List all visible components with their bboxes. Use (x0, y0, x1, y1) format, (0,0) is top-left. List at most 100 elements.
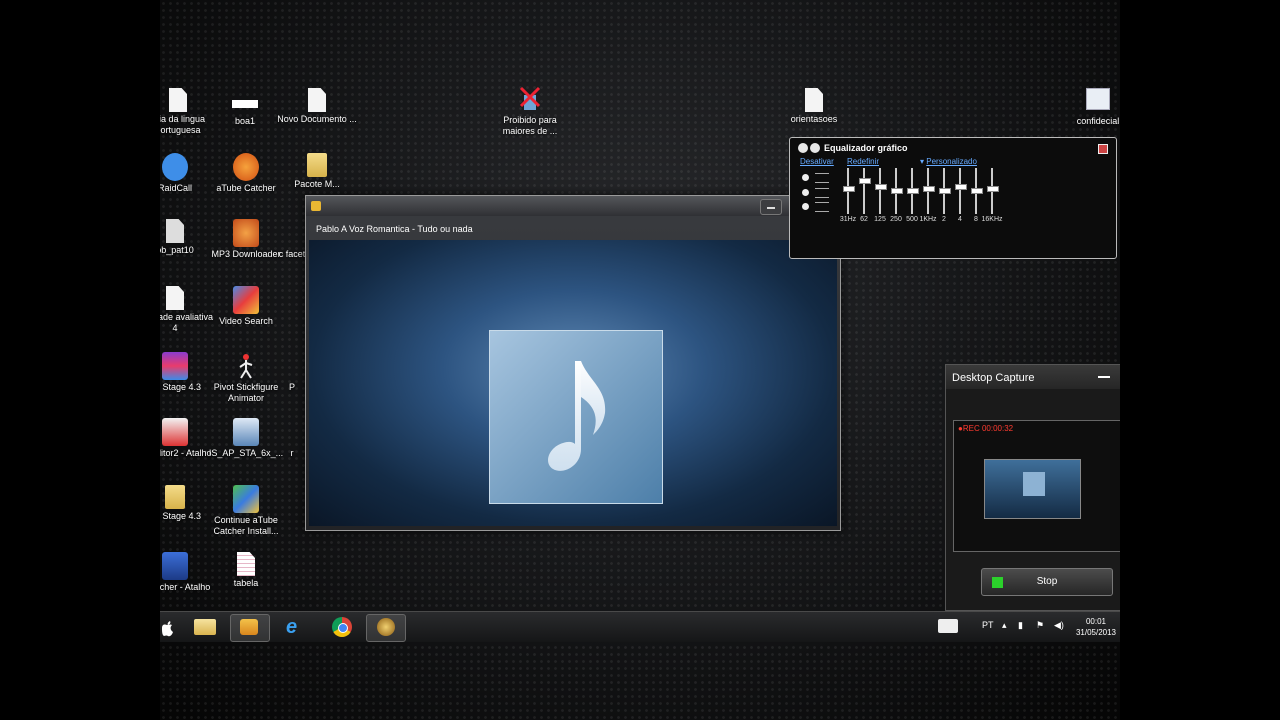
desktop-icon-tabela[interactable]: tabela (206, 552, 286, 589)
disable-link[interactable]: Desativar (800, 157, 834, 166)
desktop-icon-pacote[interactable]: Pacote M... (277, 153, 357, 190)
slider-knob[interactable] (875, 184, 887, 190)
eq-band-slider[interactable]: 500 (906, 168, 919, 223)
preset-icon (815, 188, 829, 198)
preset-dropdown[interactable]: ▾ Personalizado (920, 157, 977, 166)
desktop-icon-label: Novo Documento ... (277, 114, 357, 124)
preset-label: Personalizado (926, 157, 977, 166)
preset-radio-3[interactable] (802, 203, 809, 210)
desktop-icon-label: r (290, 448, 294, 458)
reset-link[interactable]: Redefinir (847, 157, 879, 166)
folder-icon (307, 153, 327, 177)
desktop-icon-proibido[interactable]: Proibido para maiores de ... (490, 85, 570, 137)
forward-arrow-icon[interactable] (810, 143, 820, 153)
desktop-icon-label: Continue aTube Catcher Install... (213, 515, 279, 536)
capture-preview: ●REC 00:00:32 (953, 420, 1120, 552)
close-button[interactable] (1098, 144, 1108, 154)
network-icon[interactable]: ▮ (1018, 620, 1023, 631)
start-button[interactable] (160, 614, 180, 640)
desktop-icon-label: RaidCall (160, 183, 192, 193)
equalizer-title: Equalizador gráfico (824, 143, 908, 153)
installer-icon (233, 418, 259, 446)
eq-band-slider[interactable]: 8 (971, 168, 983, 223)
clock-time: 00:01 (1085, 617, 1107, 626)
song-title: Pablo A Voz Romantica - Tudo ou nada (316, 224, 473, 234)
winamp-icon (377, 618, 395, 636)
slider-track (863, 168, 865, 214)
eq-band-slider[interactable]: 31Hz (840, 168, 856, 223)
shortcut-bar-icon (232, 100, 258, 108)
eq-band-slider[interactable]: 1KHz (919, 168, 937, 223)
video-search-icon (233, 286, 259, 314)
desktop-icon-label: Pacote M... (294, 179, 340, 189)
document-icon (166, 219, 184, 243)
red-x-icon (517, 85, 543, 113)
preset-radio-2[interactable] (802, 189, 809, 196)
desktop-icon-label: orientasoes (790, 114, 838, 124)
visualization-area[interactable] (309, 240, 837, 526)
desktop-icon-orientasoes[interactable]: orientasoes (774, 88, 854, 125)
stop-button[interactable]: Stop (981, 568, 1113, 596)
media-player-icon (240, 619, 258, 635)
volume-icon[interactable]: ◀) (1054, 620, 1064, 631)
taskbar-media-player[interactable] (230, 614, 270, 642)
desktop-icon-label: Proibido para maiores de ... (502, 115, 558, 136)
slider-knob[interactable] (923, 186, 935, 192)
slider-knob[interactable] (907, 188, 919, 194)
taskbar-clock[interactable]: 00:01 31/05/2013 (1072, 616, 1120, 638)
taskbar-winamp[interactable] (366, 614, 406, 642)
player-titlebar[interactable] (306, 196, 840, 216)
slider-knob[interactable] (843, 186, 855, 192)
desktop-icon-label: c facet (278, 249, 306, 259)
desktop-icon-label: Video Search (219, 316, 273, 326)
pen-input-icon[interactable] (938, 619, 958, 633)
desktop-icon-label: aTube Catcher (216, 183, 276, 193)
minimize-button[interactable] (1098, 376, 1110, 378)
document-icon (166, 286, 184, 310)
stage-app-icon (162, 352, 188, 380)
eq-band-slider[interactable]: 4 (955, 168, 967, 223)
minimize-button[interactable] (760, 199, 782, 215)
rec-indicator: ●REC 00:00:32 (958, 424, 1014, 433)
action-center-icon[interactable]: ⚑ (1036, 620, 1044, 631)
eq-band-slider[interactable]: 62 (859, 168, 871, 223)
media-player-window[interactable]: Pablo A Voz Romantica - Tudo ou nada (305, 195, 841, 531)
album-art (489, 330, 663, 504)
desktop-icon-boa1[interactable]: boa1 (205, 88, 285, 127)
desktop-icon-video-search[interactable]: Video Search (206, 286, 286, 327)
desktop-icon-continue-atube[interactable]: Continue aTube Catcher Install... (206, 485, 286, 537)
slider-knob[interactable] (859, 178, 871, 184)
desktop-icon-confidecial[interactable]: confidecial (1058, 88, 1120, 127)
taskbar-internet-explorer[interactable]: e (276, 614, 314, 640)
image-file-icon (1086, 88, 1110, 110)
eq-band-slider[interactable]: 125 (874, 168, 887, 223)
equalizer-window[interactable]: Equalizador gráfico Desativar Redefinir … (789, 137, 1117, 259)
eq-band-slider[interactable]: 16KHz (981, 168, 1003, 223)
eq-band-slider[interactable]: 2 (939, 168, 951, 223)
clock-date: 31/05/2013 (1075, 628, 1117, 637)
desktop-icon-label: tabela (233, 578, 259, 588)
taskbar-explorer[interactable] (186, 614, 224, 640)
slider-knob[interactable] (939, 188, 951, 194)
slider-knob[interactable] (891, 188, 903, 194)
desktop-icon-atube-catcher[interactable]: aTube Catcher (206, 153, 286, 194)
preview-album-art (1023, 472, 1045, 496)
internet-explorer-icon: e (286, 616, 298, 638)
slider-knob[interactable] (971, 188, 983, 194)
capture-header[interactable]: Desktop Capture (946, 365, 1120, 389)
preset-radio-1[interactable] (802, 174, 809, 181)
back-arrow-icon[interactable] (798, 143, 808, 153)
taskbar-chrome[interactable] (322, 614, 360, 640)
language-indicator[interactable]: PT (982, 620, 994, 630)
slider-knob[interactable] (987, 186, 999, 192)
eq-band-slider[interactable]: 250 (890, 168, 903, 223)
desktop-icon-novo-documento[interactable]: Novo Documento ... (277, 88, 357, 125)
atube-catcher-icon (233, 153, 259, 181)
slider-knob[interactable] (955, 184, 967, 190)
desktop: oria da lingua portuguesa boa1 Novo Docu… (160, 0, 1120, 720)
start-icon (162, 621, 173, 637)
show-hidden-icons-icon[interactable]: ▴ (1002, 620, 1007, 631)
document-icon (169, 88, 187, 112)
stickfigure-icon (233, 352, 259, 380)
desktop-capture-window[interactable]: Desktop Capture ●REC 00:00:32 Stop (945, 364, 1120, 611)
